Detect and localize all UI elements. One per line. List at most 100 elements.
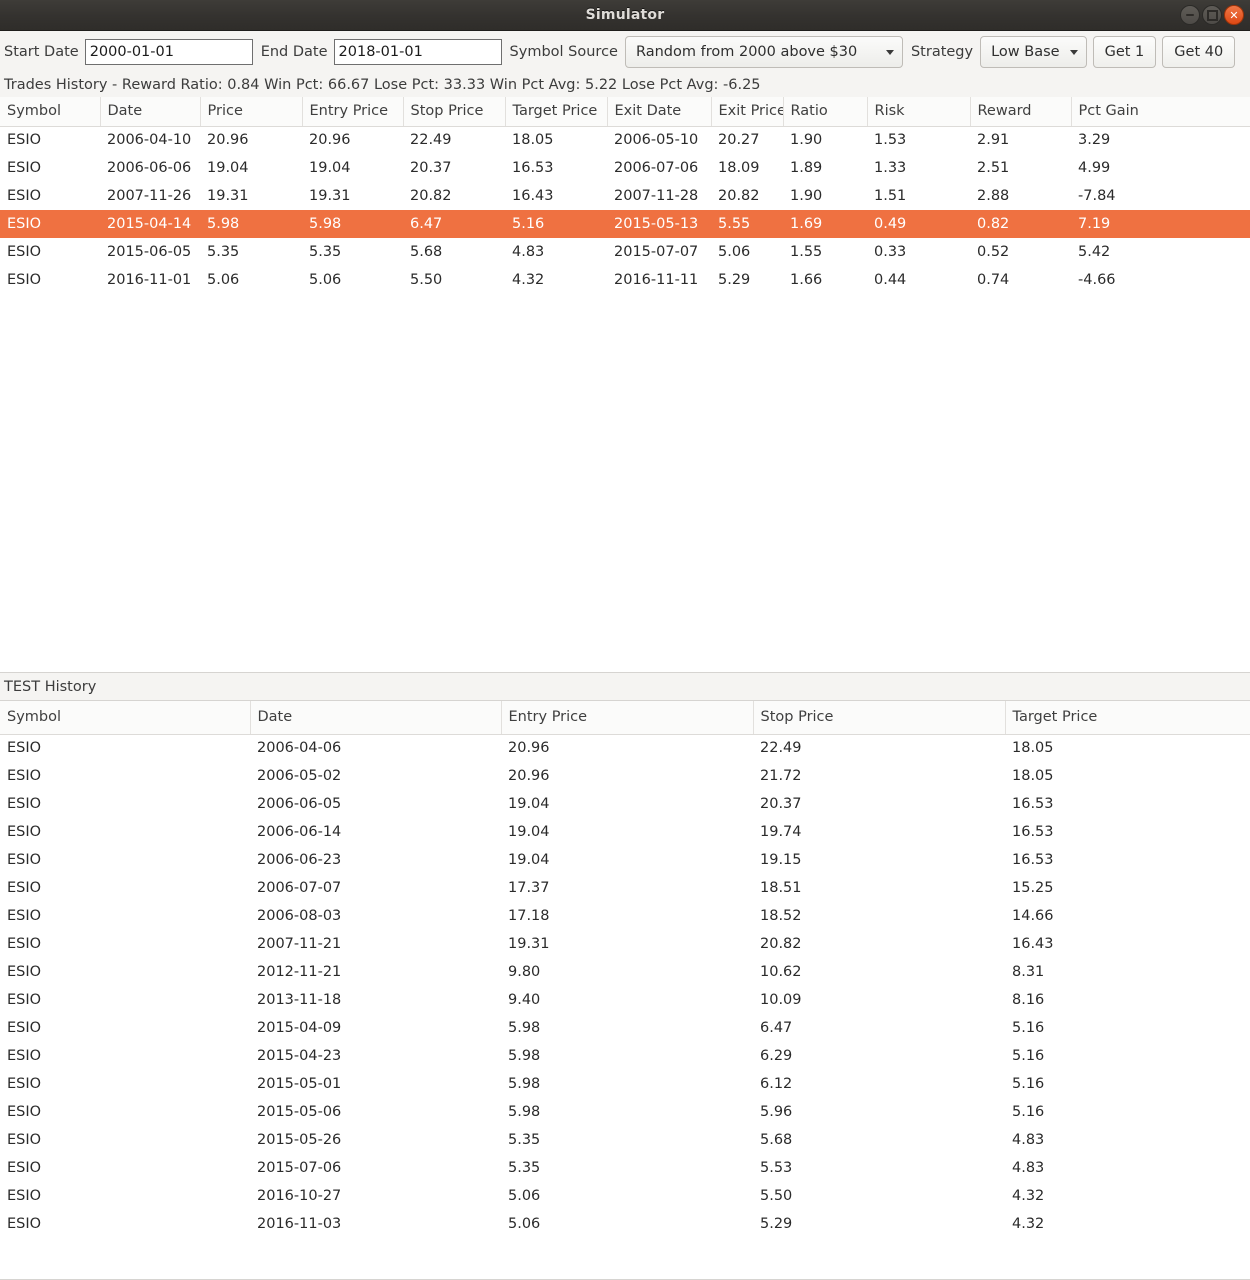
trades-cell: 2015-06-05: [107, 244, 192, 260]
test-row[interactable]: ESIO 2007-11-21 19.31 20.82 16.43: [0, 930, 1250, 958]
trades-cell: 2.91: [977, 132, 1010, 149]
test-history-panel: Symbol Date Entry Price Stop Price Target Pr…: [0, 700, 1250, 1280]
start-date-input[interactable]: [84, 39, 253, 65]
trades-column-header[interactable]: Price: [200, 97, 303, 127]
test-cell: 18.52: [760, 908, 802, 924]
trades-cell: 2006-05-10: [614, 132, 699, 149]
test-cell: 5.16: [1012, 1076, 1045, 1092]
start-date-label: Start Date: [4, 44, 79, 60]
test-cell: 2012-11-21: [257, 964, 342, 980]
trades-header-row: Symbol Date Price Entry Price Stop Price Targ…: [0, 97, 1250, 127]
trades-column-header[interactable]: Ratio: [783, 97, 868, 127]
test-row[interactable]: ESIO 2006-06-05 19.04 20.37 16.53: [0, 790, 1250, 818]
test-cell: ESIO: [7, 964, 42, 980]
test-column-header[interactable]: Target Price: [1005, 701, 1250, 735]
test-row[interactable]: ESIO 2006-04-06 20.96 22.49 18.05: [0, 734, 1250, 762]
test-scroll-area[interactable]: Symbol Date Entry Price Stop Price Target Pr…: [0, 701, 1250, 1279]
trades-row[interactable]: ESIO 2006-06-06 19.04 19.04 20.37 16.53 2006-0…: [0, 154, 1250, 182]
test-column-header[interactable]: Stop Price: [753, 701, 1006, 735]
test-cell: 5.06: [508, 1188, 541, 1204]
close-button[interactable]: ✕: [1224, 5, 1244, 25]
get-40-button[interactable]: Get 40: [1162, 36, 1236, 68]
test-cell: 8.31: [1012, 964, 1045, 980]
test-cell: 17.18: [508, 908, 550, 924]
test-row[interactable]: ESIO 2013-11-18 9.40 10.09 8.16: [0, 986, 1250, 1014]
test-cell: 4.32: [1012, 1188, 1045, 1204]
symbol-source-label: Symbol Source: [509, 44, 618, 60]
trades-cell: 22.49: [410, 132, 452, 149]
trades-scroll-area[interactable]: Symbol Date Price Entry Price Stop Price Targ…: [0, 97, 1250, 671]
test-cell: 15.25: [1012, 880, 1054, 896]
test-cell: 20.37: [760, 796, 802, 812]
trades-cell: 18.05: [512, 132, 554, 149]
strategy-select[interactable]: Low Base: [980, 36, 1087, 68]
test-row[interactable]: ESIO 2006-08-03 17.18 18.52 14.66: [0, 902, 1250, 930]
test-cell: 5.98: [508, 1076, 541, 1092]
trades-column-header[interactable]: Exit Date: [607, 97, 712, 127]
test-row[interactable]: ESIO 2016-10-27 5.06 5.50 4.32: [0, 1182, 1250, 1210]
test-cell: 16.53: [1012, 852, 1054, 868]
trades-cell: 5.35: [309, 244, 342, 260]
test-cell: 6.47: [760, 1020, 793, 1036]
test-row[interactable]: ESIO 2006-05-02 20.96 21.72 18.05: [0, 762, 1250, 790]
minimize-button[interactable]: [1180, 5, 1200, 25]
test-row[interactable]: ESIO 2006-06-23 19.04 19.15 16.53: [0, 846, 1250, 874]
test-row[interactable]: ESIO 2015-05-06 5.98 5.96 5.16: [0, 1098, 1250, 1126]
trades-cell: ESIO: [7, 188, 42, 204]
trades-cell: 4.83: [512, 244, 545, 260]
test-table-header: Symbol Date Entry Price Stop Price Target Pr…: [0, 701, 1250, 735]
test-row[interactable]: ESIO 2015-04-23 5.98 6.29 5.16: [0, 1042, 1250, 1070]
test-cell: ESIO: [7, 740, 42, 757]
trades-cell: 5.35: [207, 244, 240, 260]
test-row[interactable]: ESIO 2012-11-21 9.80 10.62 8.31: [0, 958, 1250, 986]
trades-cell: 0.49: [867, 210, 970, 238]
test-cell: 9.40: [508, 992, 541, 1008]
test-cell: 2016-10-27: [257, 1188, 342, 1204]
test-cell: ESIO: [7, 852, 42, 868]
trades-column-header[interactable]: Reward: [970, 97, 1072, 127]
test-row[interactable]: ESIO 2016-11-03 5.06 5.29 4.32: [0, 1210, 1250, 1238]
trades-column-header[interactable]: Pct Gain: [1071, 97, 1250, 127]
trades-row[interactable]: ESIO 2015-06-05 5.35 5.35 5.68 4.83 2015-07-07…: [0, 238, 1250, 266]
end-date-input[interactable]: [333, 39, 502, 65]
test-row[interactable]: ESIO 2006-07-07 17.37 18.51 15.25: [0, 874, 1250, 902]
trades-column-header[interactable]: Target Price: [505, 97, 608, 127]
symbol-source-select[interactable]: Random from 2000 above $30: [624, 36, 903, 68]
trades-column-header[interactable]: Risk: [867, 97, 971, 127]
trades-column-header[interactable]: Entry Price: [302, 97, 404, 127]
test-row[interactable]: ESIO 2015-04-09 5.98 6.47 5.16: [0, 1014, 1250, 1042]
test-column-header[interactable]: Symbol: [0, 701, 251, 735]
trades-column-header[interactable]: Exit Price: [711, 97, 784, 127]
test-row[interactable]: ESIO 2015-05-26 5.35 5.68 4.83: [0, 1126, 1250, 1154]
test-row[interactable]: ESIO 2015-07-06 5.35 5.53 4.83: [0, 1154, 1250, 1182]
trades-cell: 1.66: [790, 272, 823, 288]
maximize-icon: [1206, 9, 1218, 21]
test-cell: ESIO: [7, 796, 42, 812]
trades-column-header[interactable]: Date: [100, 97, 201, 127]
trades-row[interactable]: ESIO 2007-11-26 19.31 19.31 20.82 16.43 2007-1…: [0, 182, 1250, 210]
test-row[interactable]: ESIO 2006-06-14 19.04 19.74 16.53: [0, 818, 1250, 846]
get-1-button[interactable]: Get 1: [1092, 36, 1157, 68]
test-cell: 2007-11-21: [257, 936, 342, 952]
test-cell: 5.68: [760, 1132, 793, 1148]
trades-cell: 2016-11-11: [614, 272, 699, 288]
trades-cell: 2007-11-28: [614, 188, 699, 204]
test-cell: 2015-05-06: [257, 1104, 342, 1120]
trades-cell: 5.68: [410, 244, 443, 260]
test-column-header[interactable]: Entry Price: [501, 701, 754, 735]
test-cell: 19.04: [508, 796, 550, 812]
test-header-row: Symbol Date Entry Price Stop Price Target Pr…: [0, 701, 1250, 735]
trades-row[interactable]: ESIO 2016-11-01 5.06 5.06 5.50 4.32 2016-11-11…: [0, 266, 1250, 294]
test-cell: 5.16: [1012, 1020, 1045, 1036]
trades-column-header[interactable]: Symbol: [0, 97, 101, 127]
trades-cell: 1.55: [790, 244, 823, 260]
trades-history-table: Symbol Date Price Entry Price Stop Price Targ…: [0, 97, 1250, 294]
trades-column-header[interactable]: Stop Price: [403, 97, 506, 127]
trades-cell: 0.44: [874, 272, 907, 288]
test-row[interactable]: ESIO 2015-05-01 5.98 6.12 5.16: [0, 1070, 1250, 1098]
trades-cell: 2016-11-01: [107, 272, 192, 288]
test-column-header[interactable]: Date: [250, 701, 502, 735]
trades-row[interactable]: ESIO 2015-04-14 5.98 5.98 6.47 5.16 2015-05-13…: [0, 210, 1250, 238]
trades-row[interactable]: ESIO 2006-04-10 20.96 20.96 22.49 18.05 2006-0…: [0, 126, 1250, 154]
maximize-button[interactable]: [1202, 5, 1222, 25]
